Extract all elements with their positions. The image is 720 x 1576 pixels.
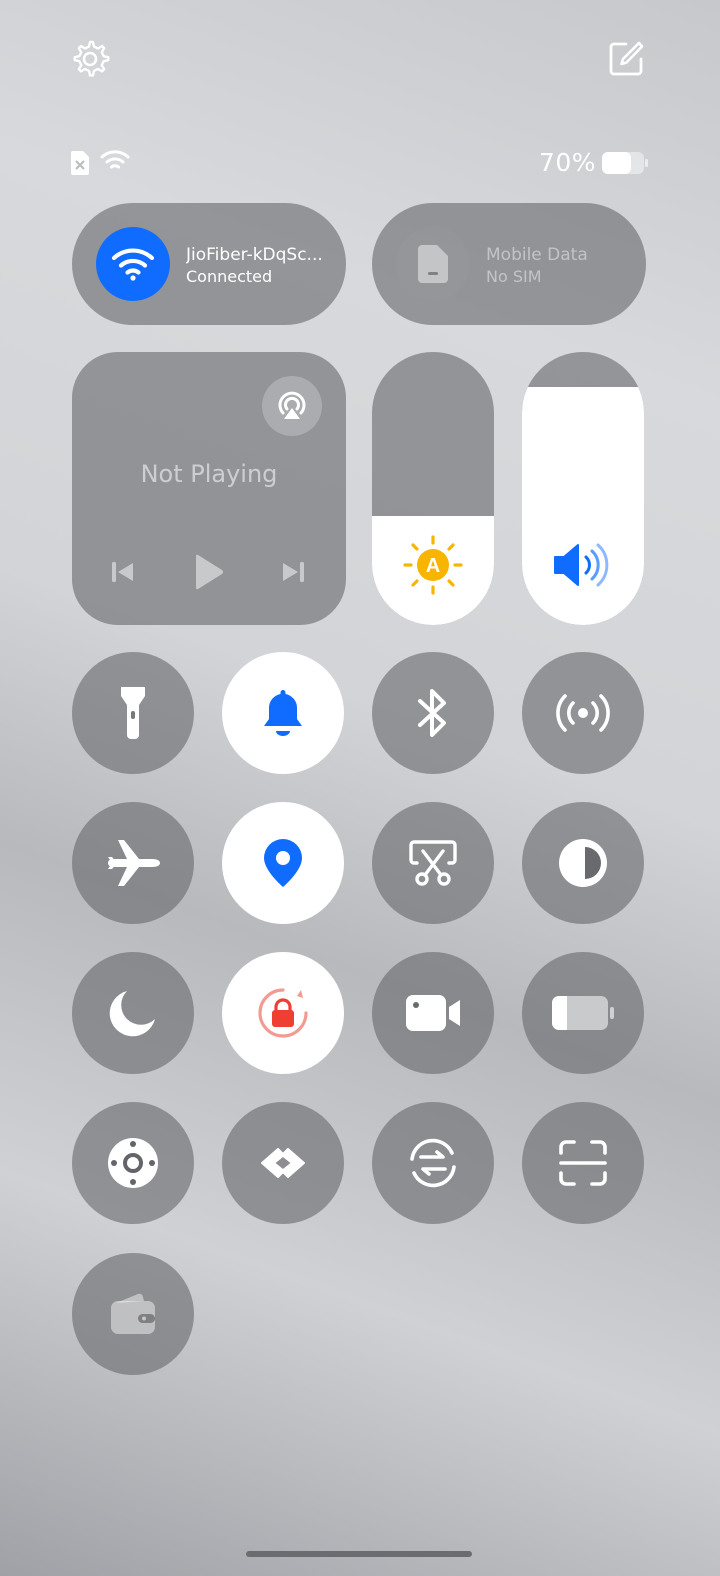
assistive-touch-toggle[interactable] (72, 1102, 194, 1224)
auto-brightness-icon: A (372, 535, 494, 595)
screen-record-icon (406, 995, 460, 1031)
svg-text:A: A (426, 555, 440, 577)
wifi-network-name: JioFiber-kDqSc... (186, 245, 323, 265)
moon-icon (109, 991, 155, 1037)
airplay-button[interactable] (262, 376, 322, 436)
screen-record-toggle[interactable] (372, 952, 494, 1074)
brightness-slider[interactable]: A (372, 352, 494, 625)
volume-slider[interactable] (522, 352, 644, 625)
mobile-data-title: Mobile Data (486, 245, 588, 265)
contrast-toggle[interactable] (522, 802, 644, 924)
mobile-data-tile[interactable]: Mobile Data No SIM (372, 203, 646, 325)
sync-icon (410, 1138, 456, 1188)
edit-icon (609, 41, 644, 76)
scan-icon (559, 1140, 607, 1186)
mobile-data-status: No SIM (486, 267, 542, 286)
volume-icon (522, 535, 644, 595)
bell-icon (264, 690, 302, 736)
scan-toggle[interactable] (522, 1102, 644, 1224)
mobile-data-toggle[interactable] (396, 227, 470, 301)
battery-saver-icon (552, 996, 614, 1030)
gear-icon (73, 40, 110, 77)
media-player-tile[interactable]: Not Playing (72, 352, 346, 625)
wallet-icon (111, 1293, 155, 1334)
flashlight-toggle[interactable] (72, 652, 194, 774)
previous-icon (112, 562, 133, 582)
contrast-icon (559, 839, 607, 887)
bluetooth-toggle[interactable] (372, 652, 494, 774)
wifi-tile[interactable]: JioFiber-kDqSc... Connected (72, 203, 346, 325)
assistive-touch-icon (108, 1138, 158, 1188)
settings-gear-icon[interactable] (70, 39, 110, 79)
do-not-disturb-toggle[interactable] (72, 952, 194, 1074)
sync-toggle[interactable] (372, 1102, 494, 1224)
battery-icon (602, 152, 648, 174)
battery-percentage: 70% (538, 148, 596, 177)
wifi-status-icon (100, 150, 130, 169)
no-sim-icon (71, 151, 89, 175)
home-indicator[interactable] (246, 1551, 472, 1557)
airplane-mode-toggle[interactable] (72, 802, 194, 924)
wifi-toggle[interactable] (96, 227, 170, 301)
airplay-icon (278, 391, 306, 419)
wifi-icon (111, 248, 155, 281)
bluetooth-icon (418, 689, 446, 737)
airplane-icon (108, 840, 160, 886)
ring-mode-toggle[interactable] (222, 652, 344, 774)
previous-track-button[interactable] (103, 552, 143, 592)
location-toggle[interactable] (222, 802, 344, 924)
play-button[interactable] (188, 552, 228, 592)
edit-controls-button[interactable] (606, 39, 646, 79)
sim-card-icon (418, 245, 448, 283)
screenshot-toggle[interactable] (372, 802, 494, 924)
status-bar: 70% (70, 148, 648, 178)
rotation-lock-toggle[interactable] (222, 952, 344, 1074)
next-track-button[interactable] (273, 552, 313, 592)
location-icon (264, 839, 302, 887)
rotation-lock-icon (258, 988, 308, 1038)
hotspot-icon (556, 694, 610, 732)
wifi-status: Connected (186, 267, 273, 286)
next-icon (283, 562, 304, 582)
wallet-toggle[interactable] (72, 1253, 194, 1375)
link-icon (261, 1148, 305, 1178)
hotspot-toggle[interactable] (522, 652, 644, 774)
screenshot-icon (409, 840, 457, 886)
media-status-text: Not Playing (140, 460, 278, 488)
flashlight-icon (121, 687, 145, 739)
play-icon (196, 554, 223, 590)
link-toggle[interactable] (222, 1102, 344, 1224)
battery-saver-toggle[interactable] (522, 952, 644, 1074)
